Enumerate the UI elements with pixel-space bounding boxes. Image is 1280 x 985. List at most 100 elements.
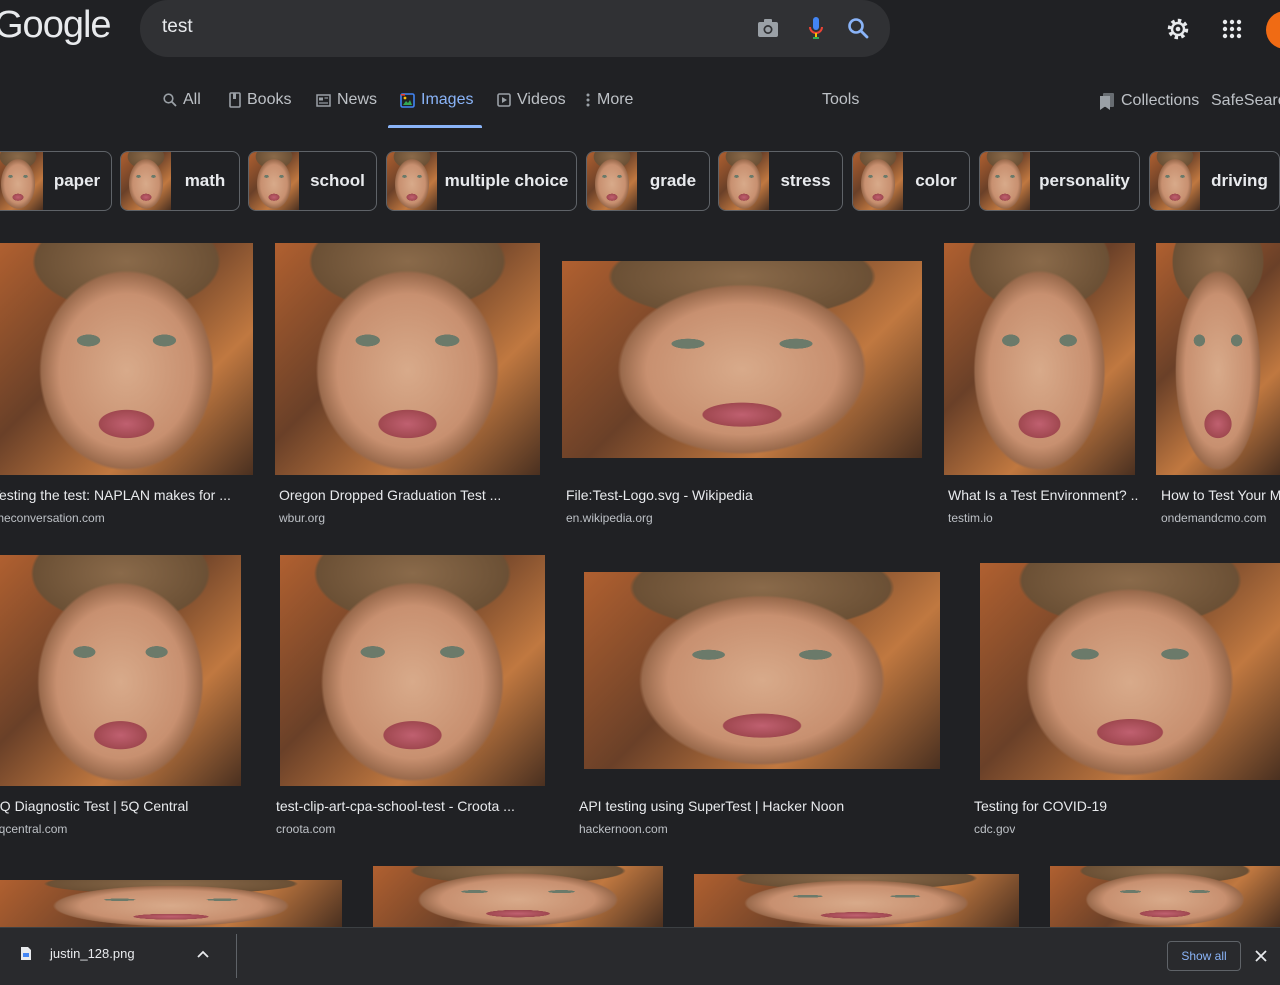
chip-personality[interactable]: personality <box>979 151 1140 211</box>
result-title[interactable]: Testing the test: NAPLAN makes for ... <box>0 487 232 503</box>
chip-label: school <box>310 171 365 190</box>
news-icon <box>316 93 331 107</box>
chip-thumbnail <box>387 152 437 210</box>
bookmark-icon <box>1100 92 1114 110</box>
result-thumbnail[interactable] <box>584 572 940 769</box>
chip-color[interactable]: color <box>852 151 970 211</box>
file-icon <box>21 947 31 960</box>
tab-all[interactable]: All <box>163 90 201 110</box>
tab-videos[interactable]: Videos <box>497 90 566 110</box>
result-source: cdc.gov <box>974 822 1016 836</box>
tab-label: Tools <box>822 91 860 108</box>
close-icon[interactable] <box>1255 949 1267 967</box>
collections-link[interactable]: Collections <box>1099 91 1199 111</box>
result-title[interactable]: 5Q Diagnostic Test | 5Q Central <box>0 798 232 814</box>
chip-label: grade <box>649 171 697 190</box>
chip-thumbnail <box>249 152 299 210</box>
tab-more[interactable]: More <box>585 90 633 110</box>
chip-grade[interactable]: grade <box>586 151 710 211</box>
result-thumbnail[interactable] <box>0 555 241 786</box>
result-source: croota.com <box>276 822 336 836</box>
result-source: hackernoon.com <box>579 822 668 836</box>
tab-label: All <box>183 91 201 108</box>
search-icon <box>163 93 177 107</box>
tab-label: Books <box>247 91 292 108</box>
divider <box>236 934 237 978</box>
search-submit-icon[interactable] <box>843 13 873 43</box>
chip-label: paper <box>53 171 101 190</box>
tab-label: News <box>337 91 378 108</box>
tab-label: More <box>597 91 634 108</box>
tab-label: Videos <box>517 91 566 108</box>
chip-thumbnail <box>853 152 903 210</box>
result-thumbnail[interactable] <box>694 874 1019 927</box>
chip-label: driving <box>1211 171 1268 190</box>
chip-multiple-choice[interactable]: multiple choice <box>386 151 577 211</box>
result-source: theconversation.com <box>0 511 105 525</box>
account-avatar[interactable] <box>1266 11 1280 49</box>
chip-thumbnail <box>980 152 1030 210</box>
safesearch-link[interactable]: SafeSearch <box>1211 91 1280 111</box>
video-icon <box>497 93 511 107</box>
result-thumbnail[interactable] <box>1050 866 1280 927</box>
result-title[interactable]: Oregon Dropped Graduation Test ... <box>279 487 529 503</box>
chip-math[interactable]: math <box>120 151 240 211</box>
tab-tools[interactable]: Tools <box>822 90 859 110</box>
images-icon <box>400 92 415 108</box>
camera-icon[interactable] <box>753 13 783 43</box>
chevron-up-icon[interactable] <box>196 950 209 958</box>
more-vert-icon <box>586 93 590 107</box>
chip-thumbnail <box>0 152 43 210</box>
show-all-button[interactable]: Show all <box>1167 941 1241 971</box>
download-bar: justin_128.png Show all <box>0 927 1280 985</box>
download-filename: justin_128.png <box>50 946 135 961</box>
result-title[interactable]: What Is a Test Environment? ... <box>948 487 1138 503</box>
result-thumbnail[interactable] <box>980 563 1280 780</box>
book-icon <box>229 92 241 108</box>
result-title[interactable]: test-clip-art-cpa-school-test - Croota .… <box>276 798 526 814</box>
search-box[interactable]: test <box>140 0 890 57</box>
tab-images[interactable]: Images <box>400 90 473 110</box>
result-thumbnail[interactable] <box>1156 243 1280 475</box>
result-thumbnail[interactable] <box>0 243 253 475</box>
microphone-icon[interactable] <box>801 13 831 43</box>
google-logo[interactable]: Google <box>0 4 112 47</box>
apps-grid-icon[interactable] <box>1217 14 1247 44</box>
result-source: 5qcentral.com <box>0 822 68 836</box>
tab-books[interactable]: Books <box>229 90 291 110</box>
chip-driving[interactable]: driving <box>1149 151 1280 211</box>
result-thumbnail[interactable] <box>562 261 922 458</box>
chip-label: stress <box>780 171 831 190</box>
result-source: en.wikipedia.org <box>566 511 653 525</box>
download-item[interactable]: justin_128.png <box>20 946 209 961</box>
settings-gear-icon[interactable] <box>1163 14 1193 44</box>
result-thumbnail[interactable] <box>0 880 342 927</box>
chip-label: math <box>184 171 226 190</box>
tab-news[interactable]: News <box>316 90 377 110</box>
chip-thumbnail <box>121 152 171 210</box>
result-thumbnail[interactable] <box>280 555 545 786</box>
active-tab-indicator <box>388 125 482 128</box>
result-title[interactable]: File:Test-Logo.svg - Wikipedia <box>566 487 753 503</box>
result-source: ondemandcmo.com <box>1161 511 1267 525</box>
result-source: testim.io <box>948 511 993 525</box>
chip-thumbnail <box>719 152 769 210</box>
chip-label: personality <box>1039 171 1130 190</box>
result-title[interactable]: How to Test Your Ma <box>1161 487 1280 503</box>
result-title[interactable]: API testing using SuperTest | Hacker Noo… <box>579 798 844 814</box>
result-thumbnail[interactable] <box>373 866 663 927</box>
safesearch-label: SafeSearch <box>1211 92 1280 109</box>
chip-label: color <box>915 171 957 190</box>
chip-paper[interactable]: paper <box>0 151 112 211</box>
chip-thumbnail <box>587 152 637 210</box>
chip-stress[interactable]: stress <box>718 151 843 211</box>
chip-school[interactable]: school <box>248 151 377 211</box>
result-thumbnail[interactable] <box>275 243 540 475</box>
result-thumbnail[interactable] <box>944 243 1135 475</box>
result-title[interactable]: Testing for COVID-19 <box>974 798 1107 814</box>
chip-thumbnail <box>1150 152 1200 210</box>
collections-label: Collections <box>1121 92 1200 109</box>
tab-label: Images <box>421 91 474 108</box>
chip-label: multiple choice <box>444 171 569 190</box>
search-input[interactable]: test <box>162 16 193 38</box>
